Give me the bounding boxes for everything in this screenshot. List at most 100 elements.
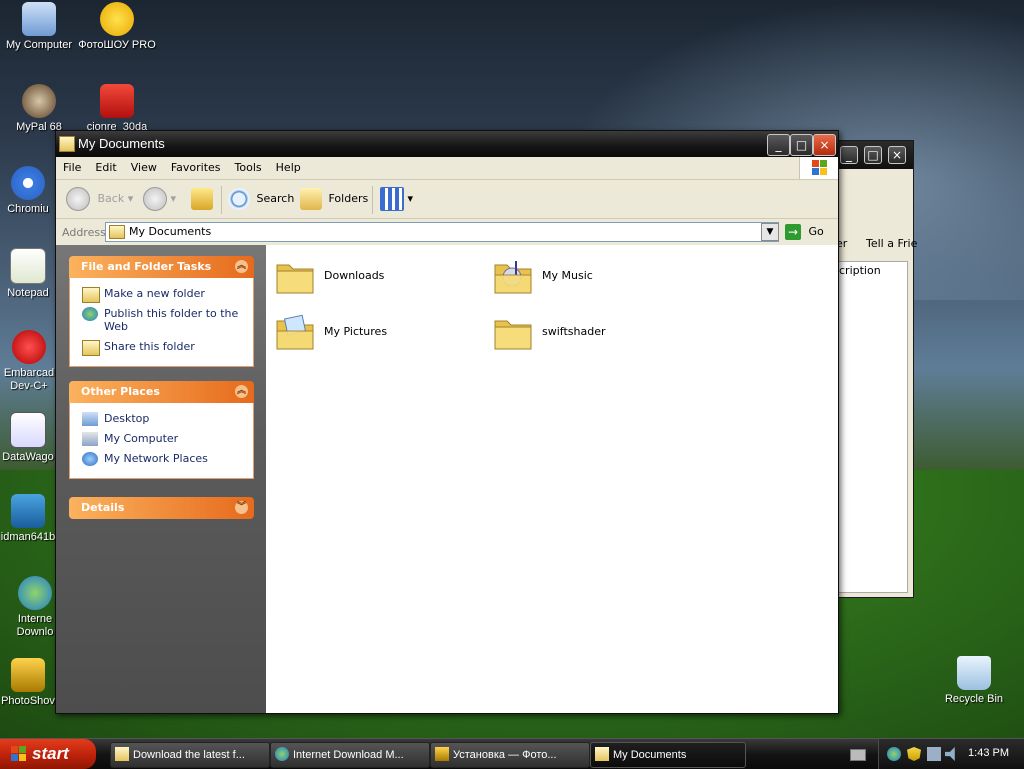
recycle-bin-icon — [957, 656, 991, 690]
folders-icon — [300, 188, 322, 210]
folders-button[interactable]: Folders — [300, 187, 368, 211]
expand-icon[interactable]: ︾ — [235, 501, 248, 514]
computer-icon — [22, 2, 56, 36]
up-folder-icon — [191, 188, 213, 210]
forward-button[interactable]: ▾ — [143, 187, 176, 211]
folder-icon — [595, 747, 609, 761]
devcpp-icon — [12, 330, 46, 364]
idm-icon — [275, 747, 289, 761]
back-button[interactable]: Back ▾ — [66, 187, 133, 211]
window-titlebar[interactable]: My Documents _ □ × — [56, 131, 838, 157]
column-header-description[interactable]: cription — [839, 264, 881, 277]
minimize-icon[interactable]: _ — [840, 146, 858, 164]
installer-icon — [435, 747, 449, 761]
search-button[interactable]: Search — [228, 187, 294, 211]
details-panel: Details ︾ — [69, 497, 254, 519]
start-button[interactable]: start — [0, 739, 96, 769]
network-icon — [82, 452, 98, 466]
taskbar-button-install[interactable]: Установка — Фото... — [430, 742, 590, 768]
back-toolbar-label-2[interactable]: Tell a Frie — [866, 237, 917, 250]
maximize-icon[interactable]: □ — [864, 146, 882, 164]
address-dropdown-button[interactable]: ▼ — [761, 223, 779, 241]
desktop-icon-my-computer[interactable]: My Computer — [0, 2, 78, 52]
menu-file[interactable]: File — [56, 157, 88, 174]
menu-edit[interactable]: Edit — [88, 157, 123, 174]
pictures-folder-icon — [276, 314, 314, 350]
taskbar: start Download the latest f... Internet … — [0, 738, 1024, 769]
minimize-button[interactable]: _ — [767, 134, 790, 156]
my-documents-window[interactable]: My Documents _ □ × File Edit View Favorites… — [55, 130, 839, 714]
globe-icon — [82, 307, 98, 321]
place-my-network[interactable]: My Network Places — [80, 452, 245, 466]
standard-toolbar: Back ▾ ▾ Search Folders ▾ — [56, 180, 838, 219]
folder-icon — [494, 320, 532, 350]
computer-icon — [82, 432, 98, 446]
keyboard-icon[interactable] — [850, 749, 866, 761]
task-share-folder[interactable]: Share this folder — [80, 340, 245, 356]
datawago-icon — [10, 412, 46, 448]
details-header[interactable]: Details ︾ — [69, 497, 254, 519]
share-folder-icon — [82, 340, 100, 356]
desktop-icon-cionre[interactable]: cionre_30da — [78, 84, 156, 130]
clock[interactable]: 1:43 PM — [968, 747, 1009, 759]
fotoshow-icon — [100, 2, 134, 36]
folder-icon — [276, 264, 314, 294]
window-title: My Documents — [78, 136, 165, 151]
go-button[interactable]: → Go — [785, 223, 824, 241]
menu-bar: File Edit View Favorites Tools Help — [56, 157, 838, 180]
mypal-icon — [22, 84, 56, 118]
desktop-icon-devcpp[interactable]: Embarcad Dev-C+ — [0, 330, 58, 393]
idman-icon — [11, 494, 45, 528]
search-icon — [228, 188, 250, 210]
task-publish-folder[interactable]: Publish this folder to the Web — [80, 307, 245, 333]
collapse-icon[interactable]: ︽ — [235, 260, 248, 273]
taskbar-button-download[interactable]: Download the latest f... — [110, 742, 270, 768]
place-desktop[interactable]: Desktop — [80, 412, 245, 426]
collapse-icon[interactable]: ︽ — [235, 385, 248, 398]
other-places-panel: Other Places ︽ Desktop My Computer My Ne… — [69, 381, 254, 479]
place-my-computer[interactable]: My Computer — [80, 432, 245, 446]
address-label: Address — [62, 226, 106, 239]
desktop-icon-photoshow[interactable]: PhotoShov — [0, 658, 56, 708]
desktop-icon-idman[interactable]: idman641b — [0, 494, 56, 544]
up-folder-button[interactable] — [191, 187, 213, 211]
task-pane: File and Folder Tasks ︽ Make a new folde… — [56, 245, 266, 713]
file-folder-tasks-header[interactable]: File and Folder Tasks ︽ — [69, 256, 254, 278]
menu-view[interactable]: View — [124, 157, 164, 174]
windows-flag-icon — [11, 746, 26, 761]
go-arrow-icon: → — [785, 224, 801, 240]
taskbar-button-idm[interactable]: Internet Download M... — [270, 742, 430, 768]
address-input[interactable]: My Documents — [105, 222, 779, 242]
views-button[interactable]: ▾ — [380, 187, 413, 211]
photoshow-icon — [11, 658, 45, 692]
network-tray-icon[interactable] — [887, 747, 901, 761]
desktop-icon-notepad[interactable]: Notepad — [0, 248, 56, 300]
maximize-button[interactable]: □ — [790, 134, 813, 156]
menu-favorites[interactable]: Favorites — [164, 157, 228, 174]
folder-icon — [59, 136, 75, 152]
folder-icon — [109, 225, 125, 239]
desktop-icon-mypal[interactable]: MyPal 68 — [0, 84, 78, 134]
toolbar-separator — [372, 186, 373, 214]
close-icon[interactable]: × — [888, 146, 906, 164]
desktop-icon-fotoshow[interactable]: ФотоШОУ PRO — [78, 2, 156, 52]
menu-help[interactable]: Help — [269, 157, 308, 174]
windows-logo-icon — [799, 157, 838, 179]
other-places-header[interactable]: Other Places ︽ — [69, 381, 254, 403]
desktop-icon — [82, 412, 98, 426]
toolbar-separator — [221, 186, 222, 214]
volume-icon[interactable] — [945, 747, 955, 761]
desktop-icon-datawago[interactable]: DataWago — [0, 412, 56, 464]
background-window[interactable]: _ □ × er Tell a Frie cription — [836, 140, 917, 598]
taskbar-button-my-documents[interactable]: My Documents — [590, 742, 746, 768]
desktop-icon-chromium[interactable]: Chromiu — [0, 166, 56, 216]
connection-tray-icon[interactable] — [927, 747, 941, 761]
security-shield-icon[interactable] — [907, 747, 921, 761]
background-window-titlebar[interactable]: _ □ × — [836, 141, 913, 169]
chromium-icon — [11, 166, 45, 200]
menu-tools[interactable]: Tools — [228, 157, 269, 174]
close-button[interactable]: × — [813, 134, 836, 156]
task-make-new-folder[interactable]: Make a new folder — [80, 287, 245, 303]
desktop-icon-recycle-bin[interactable]: Recycle Bin — [935, 656, 1013, 706]
notepad-icon — [10, 248, 46, 284]
